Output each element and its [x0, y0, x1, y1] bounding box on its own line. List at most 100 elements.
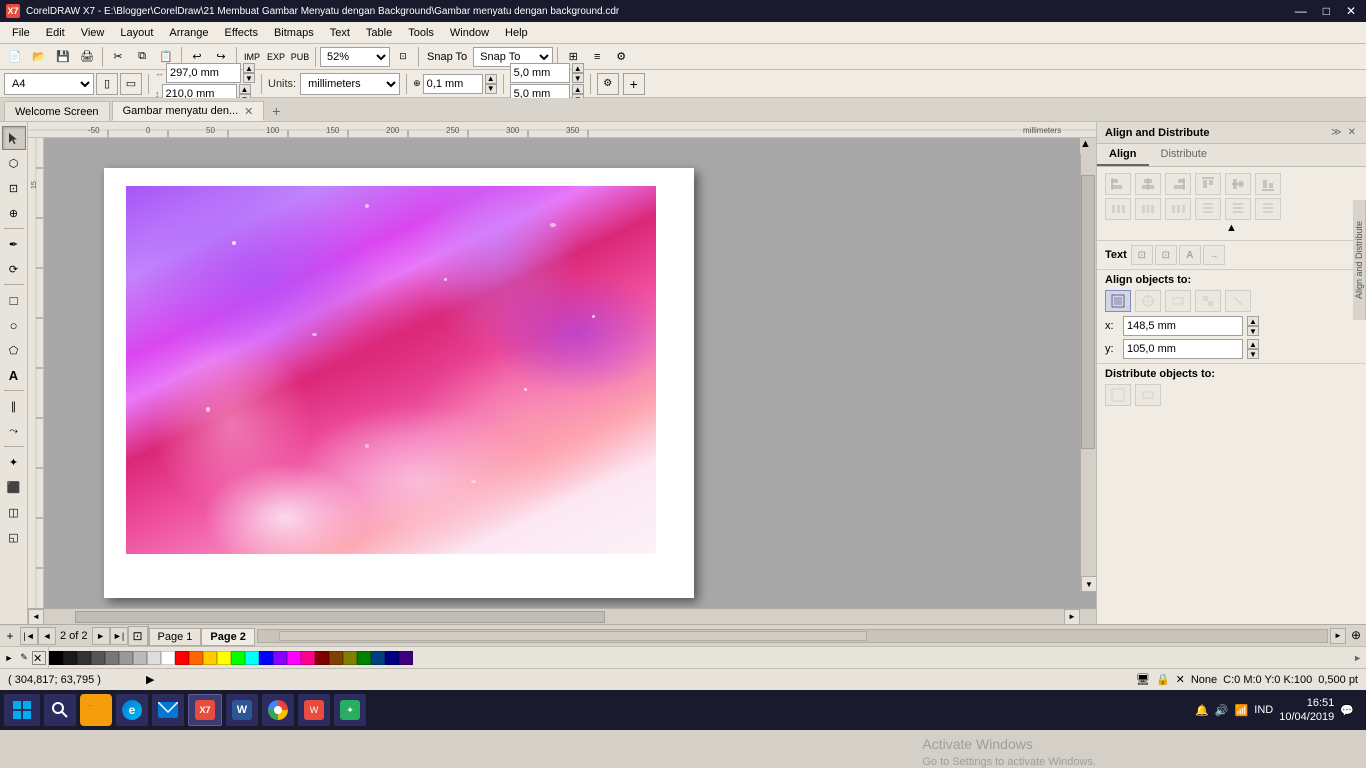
panel-tab-distribute[interactable]: Distribute [1149, 144, 1219, 166]
canvas-container[interactable]: ▲ ▼ ▲ [44, 138, 1096, 608]
palette-white[interactable] [161, 651, 175, 665]
dist-left-btn[interactable] [1105, 198, 1131, 220]
menu-bitmaps[interactable]: Bitmaps [266, 25, 322, 41]
align-obj-btn3[interactable] [1165, 290, 1191, 312]
x-up-btn[interactable]: ▲ [1247, 316, 1259, 326]
taskbar-word[interactable]: W [226, 694, 258, 726]
align-bottom-btn[interactable] [1255, 173, 1281, 195]
menu-table[interactable]: Table [358, 25, 400, 41]
menu-effects[interactable]: Effects [217, 25, 266, 41]
last-page-btn[interactable]: ►| [110, 627, 128, 645]
export-btn[interactable]: EXP [265, 46, 287, 68]
taskbar-volume-icon[interactable]: 🔊 [1215, 704, 1229, 717]
palette-darkred[interactable] [315, 651, 329, 665]
y-up-btn[interactable]: ▲ [1247, 339, 1259, 349]
nudge-up-btn[interactable]: ▲ [485, 74, 497, 84]
x-down-btn[interactable]: ▼ [1247, 326, 1259, 336]
palette-brown[interactable] [329, 651, 343, 665]
prev-page-btn[interactable]: ◄ [38, 627, 56, 645]
page-tab-2[interactable]: Page 2 [201, 628, 254, 646]
align-obj-btn4[interactable] [1195, 290, 1221, 312]
dupex-up-btn[interactable]: ▲ [572, 63, 584, 73]
y-input[interactable] [1123, 339, 1243, 359]
vscroll-track[interactable] [1081, 154, 1096, 576]
publish-btn[interactable]: PUB [289, 46, 311, 68]
tool-artistic[interactable]: ⟳ [2, 257, 26, 281]
vscroll[interactable]: ▲ ▼ [1080, 138, 1096, 592]
nudge-input[interactable] [423, 74, 483, 94]
palette-darkpurple[interactable] [399, 651, 413, 665]
minimize-btn[interactable]: — [1291, 4, 1311, 18]
page-orientation-landscape[interactable]: ▭ [120, 73, 142, 95]
palette-col6[interactable] [133, 651, 147, 665]
panel-expand-btn[interactable]: ≫ [1329, 127, 1343, 138]
zoom-all-btn[interactable]: ⊡ [392, 46, 414, 68]
mini-color-btn[interactable]: ✕ [32, 651, 46, 665]
menu-text[interactable]: Text [322, 25, 358, 41]
palette-col1[interactable] [63, 651, 77, 665]
page-width-input[interactable] [166, 63, 241, 83]
panel-close-btn[interactable]: ✕ [1346, 127, 1358, 138]
palette-col3[interactable] [91, 651, 105, 665]
align-obj-btn5[interactable] [1225, 290, 1251, 312]
open-btn[interactable]: 📂 [28, 46, 50, 68]
guidelines-btn[interactable]: ≡ [586, 46, 608, 68]
align-obj-btn2[interactable] [1135, 290, 1161, 312]
tool-parallel[interactable]: ∥ [2, 394, 26, 418]
palette-cyan[interactable] [245, 651, 259, 665]
taskbar-extra1[interactable]: W [298, 694, 330, 726]
palette-col4[interactable] [105, 651, 119, 665]
tab-add-btn[interactable]: + [266, 101, 286, 121]
taskbar-network-icon[interactable]: 📶 [1235, 704, 1249, 717]
new-btn[interactable]: 📄 [4, 46, 26, 68]
align-center-v-btn[interactable] [1225, 173, 1251, 195]
hscroll[interactable]: ◄ ► [28, 608, 1096, 624]
palette-navy[interactable] [385, 651, 399, 665]
dist-center-h-btn[interactable] [1135, 198, 1161, 220]
tool-polygon[interactable]: ⬠ [2, 338, 26, 362]
taskbar-search[interactable] [44, 694, 76, 726]
hscroll2-end-btn[interactable]: ► [1330, 628, 1346, 644]
save-btn[interactable]: 💾 [52, 46, 74, 68]
print-btn[interactable]: 🖨 [76, 46, 98, 68]
palette-green[interactable] [231, 651, 245, 665]
palette-col5[interactable] [119, 651, 133, 665]
tool-eyedropper[interactable]: ✦ [2, 450, 26, 474]
y-down-btn[interactable]: ▼ [1247, 349, 1259, 359]
taskbar-explorer[interactable] [80, 694, 112, 726]
add-page-end-btn[interactable]: ⊡ [128, 626, 148, 646]
options-btn[interactable]: ⚙ [610, 46, 632, 68]
tool-shadow[interactable]: ◱ [2, 525, 26, 549]
palette-blue[interactable] [259, 651, 273, 665]
next-page-btn[interactable]: ► [92, 627, 110, 645]
dist-center-v-btn[interactable] [1225, 198, 1251, 220]
mini-arrow-btn[interactable]: ► [2, 651, 16, 665]
hscroll-thumb[interactable] [75, 611, 605, 623]
hscroll-left-btn[interactable]: ◄ [28, 609, 44, 625]
palette-red[interactable] [175, 651, 189, 665]
tool-freehand[interactable]: ✒ [2, 232, 26, 256]
menu-help[interactable]: Help [497, 25, 536, 41]
tool-ellipse[interactable]: ○ [2, 313, 26, 337]
dist-obj-btn2[interactable] [1135, 384, 1161, 406]
palette-magenta[interactable] [287, 651, 301, 665]
mini-pencil-btn[interactable]: ✎ [17, 651, 31, 665]
menu-view[interactable]: View [73, 25, 113, 41]
page-size-select[interactable]: A4 [4, 73, 94, 95]
text-align-btn4[interactable]: → [1203, 245, 1225, 265]
align-top-btn[interactable] [1195, 173, 1221, 195]
palette-scroll-right[interactable]: ► [1349, 647, 1366, 668]
copy-btn[interactable]: ⧉ [131, 46, 153, 68]
dupey-up-btn[interactable]: ▲ [572, 84, 584, 94]
tool-text[interactable]: A [2, 363, 26, 387]
palette-yellow[interactable] [203, 651, 217, 665]
page-orientation-portrait[interactable]: ▯ [96, 73, 118, 95]
dist-right-btn[interactable] [1165, 198, 1191, 220]
units-select[interactable]: millimeters [300, 73, 400, 95]
maximize-btn[interactable]: □ [1319, 4, 1334, 18]
tool-fill[interactable]: ⬛ [2, 475, 26, 499]
dist-bottom-btn[interactable] [1255, 198, 1281, 220]
text-align-btn2[interactable]: ⊡ [1155, 245, 1177, 265]
hscroll2-thumb[interactable] [279, 631, 867, 641]
taskbar-coreldraw[interactable]: X7 [188, 694, 222, 726]
